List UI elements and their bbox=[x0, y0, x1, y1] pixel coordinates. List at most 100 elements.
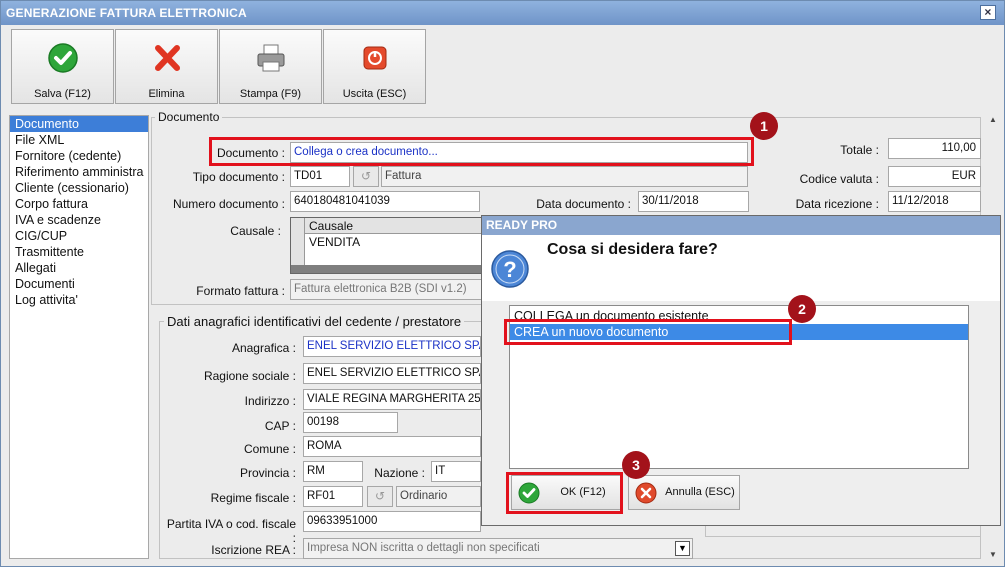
window-title: GENERAZIONE FATTURA ELETTRONICA bbox=[6, 6, 247, 20]
cancel-icon bbox=[635, 482, 657, 504]
step-badge-2: 2 bbox=[788, 295, 816, 323]
delete-button[interactable]: Elimina bbox=[115, 29, 218, 104]
main-window: GENERAZIONE FATTURA ELETTRONICA × Salva … bbox=[0, 0, 1005, 567]
ok-label: OK (F12) bbox=[560, 486, 606, 498]
row-indicator bbox=[291, 218, 305, 265]
nav-item-allegati[interactable]: Allegati bbox=[10, 260, 148, 276]
ragione-sociale-label: Ragione sociale : bbox=[203, 369, 296, 383]
nav-item-riferimento[interactable]: Riferimento amministra bbox=[10, 164, 148, 180]
formato-fattura-label: Formato fattura : bbox=[196, 284, 285, 298]
nav-item-iva-scadenze[interactable]: IVA e scadenze bbox=[10, 212, 148, 228]
comune-label: Comune : bbox=[243, 442, 296, 456]
nav-item-corpo-fattura[interactable]: Corpo fattura bbox=[10, 196, 148, 212]
data-ricezione-label: Data ricezione : bbox=[795, 197, 879, 211]
step-badge-3: 3 bbox=[622, 451, 650, 479]
anagrafica-label: Anagrafica : bbox=[231, 341, 296, 355]
provincia-label: Provincia : bbox=[239, 466, 296, 480]
ok-button[interactable]: OK (F12) bbox=[511, 475, 623, 510]
iscrizione-rea-label: Iscrizione REA : bbox=[211, 543, 296, 557]
choice-dialog: READY PRO ? Cosa si desidera fare? COLLE… bbox=[481, 215, 1001, 526]
print-button[interactable]: Stampa (F9) bbox=[219, 29, 322, 104]
totale-label: Totale : bbox=[840, 143, 879, 157]
cap-field[interactable]: 00198 bbox=[303, 412, 398, 433]
provincia-field[interactable]: RM bbox=[303, 461, 363, 482]
regime-lookup-button[interactable]: ↺ bbox=[367, 486, 393, 507]
partita-iva-field[interactable]: 09633951000 bbox=[303, 511, 481, 532]
question-icon: ? bbox=[491, 250, 529, 288]
data-documento-field[interactable]: 30/11/2018 bbox=[638, 191, 749, 212]
option-crea[interactable]: CREA un nuovo documento bbox=[510, 324, 968, 340]
cap-label: CAP : bbox=[264, 419, 296, 433]
nav-item-documento[interactable]: Documento bbox=[10, 116, 148, 132]
tipo-documento-desc: Fattura bbox=[381, 166, 748, 187]
svg-text:?: ? bbox=[503, 257, 516, 282]
partita-iva-label: Partita IVA o cod. fiscale : bbox=[166, 517, 296, 545]
ragione-sociale-field[interactable]: ENEL SERVIZIO ELETTRICO SPA bbox=[303, 363, 481, 384]
dialog-question: Cosa si desidera fare? bbox=[547, 241, 718, 258]
dialog-header: ? Cosa si desidera fare? bbox=[482, 235, 1000, 301]
causale-label: Causale : bbox=[230, 224, 281, 238]
data-ricezione-field[interactable]: 11/12/2018 bbox=[888, 191, 981, 212]
iscrizione-rea-select[interactable]: Impresa NON iscritta o dettagli non spec… bbox=[303, 538, 693, 559]
anagrafica-field[interactable]: ENEL SERVIZIO ELETTRICO SPA bbox=[303, 336, 481, 357]
tipo-documento-label: Tipo documento : bbox=[192, 170, 285, 184]
dialog-title: READY PRO bbox=[482, 216, 1000, 235]
print-label: Stampa (F9) bbox=[239, 88, 302, 100]
power-icon bbox=[363, 46, 387, 70]
exit-button[interactable]: Uscita (ESC) bbox=[323, 29, 426, 104]
tipo-documento-code[interactable]: TD01 bbox=[290, 166, 350, 187]
close-icon[interactable]: × bbox=[980, 5, 996, 20]
causale-column-header: Causale bbox=[305, 218, 481, 234]
iscrizione-rea-value: Impresa NON iscritta o dettagli non spec… bbox=[307, 542, 540, 554]
lookup-icon: ↺ bbox=[360, 169, 372, 183]
chevron-down-icon[interactable]: ▼ bbox=[675, 541, 690, 556]
scroll-down-icon[interactable]: ▼ bbox=[989, 550, 997, 559]
data-documento-label: Data documento : bbox=[536, 197, 631, 211]
codice-valuta-field[interactable]: EUR bbox=[888, 166, 981, 187]
nav-item-file-xml[interactable]: File XML bbox=[10, 132, 148, 148]
title-bar: GENERAZIONE FATTURA ELETTRONICA × bbox=[1, 1, 1004, 25]
regime-fiscale-code[interactable]: RF01 bbox=[303, 486, 363, 507]
cancel-button[interactable]: Annulla (ESC) bbox=[628, 475, 740, 510]
causale-grid[interactable]: Causale VENDITA bbox=[290, 217, 482, 274]
regime-fiscale-desc: Ordinario bbox=[396, 486, 481, 507]
step-badge-1: 1 bbox=[750, 112, 778, 140]
documento-field[interactable]: Collega o crea documento... bbox=[290, 142, 748, 163]
regime-fiscale-label: Regime fiscale : bbox=[210, 491, 296, 505]
formato-fattura-field: Fattura elettronica B2B (SDI v1.2) bbox=[290, 279, 482, 300]
grid-scrollbar[interactable] bbox=[291, 265, 481, 273]
indirizzo-field[interactable]: VIALE REGINA MARGHERITA 25 bbox=[303, 389, 481, 410]
section-list[interactable]: Documento File XML Fornitore (cedente) R… bbox=[9, 115, 149, 559]
check-icon bbox=[48, 43, 78, 73]
lookup-icon: ↺ bbox=[374, 489, 386, 503]
documento-legend: Documento bbox=[155, 110, 223, 124]
option-collega[interactable]: COLLEGA un documento esistente bbox=[510, 308, 968, 324]
delete-label: Elimina bbox=[148, 88, 185, 100]
scroll-up-icon[interactable]: ▲ bbox=[989, 115, 997, 124]
save-label: Salva (F12) bbox=[34, 88, 91, 100]
numero-documento-label: Numero documento : bbox=[172, 197, 285, 211]
x-icon bbox=[155, 45, 180, 71]
nav-item-fornitore[interactable]: Fornitore (cedente) bbox=[10, 148, 148, 164]
nav-item-cig-cup[interactable]: CIG/CUP bbox=[10, 228, 148, 244]
nazione-field[interactable]: IT bbox=[431, 461, 481, 482]
nav-item-documenti[interactable]: Documenti bbox=[10, 276, 148, 292]
choice-list[interactable]: COLLEGA un documento esistente CREA un n… bbox=[509, 305, 969, 469]
nav-item-trasmittente[interactable]: Trasmittente bbox=[10, 244, 148, 260]
cedente-legend: Dati anagrafici identificativi del ceden… bbox=[164, 314, 465, 329]
printer-icon bbox=[257, 44, 285, 72]
cancel-label: Annulla (ESC) bbox=[665, 486, 735, 498]
nav-item-log[interactable]: Log attivita' bbox=[10, 292, 148, 308]
save-button[interactable]: Salva (F12) bbox=[11, 29, 114, 104]
causale-row[interactable]: VENDITA bbox=[309, 235, 360, 249]
indirizzo-label: Indirizzo : bbox=[244, 394, 296, 408]
totale-field[interactable]: 110,00 bbox=[888, 138, 981, 159]
documento-label: Documento : bbox=[216, 146, 285, 160]
tipo-lookup-button[interactable]: ↺ bbox=[353, 166, 379, 187]
exit-label: Uscita (ESC) bbox=[342, 88, 407, 100]
check-icon bbox=[518, 482, 540, 504]
numero-documento-field[interactable]: 640180481041039 bbox=[290, 191, 480, 212]
codice-valuta-label: Codice valuta : bbox=[799, 172, 879, 186]
nav-item-cliente[interactable]: Cliente (cessionario) bbox=[10, 180, 148, 196]
comune-field[interactable]: ROMA bbox=[303, 436, 481, 457]
